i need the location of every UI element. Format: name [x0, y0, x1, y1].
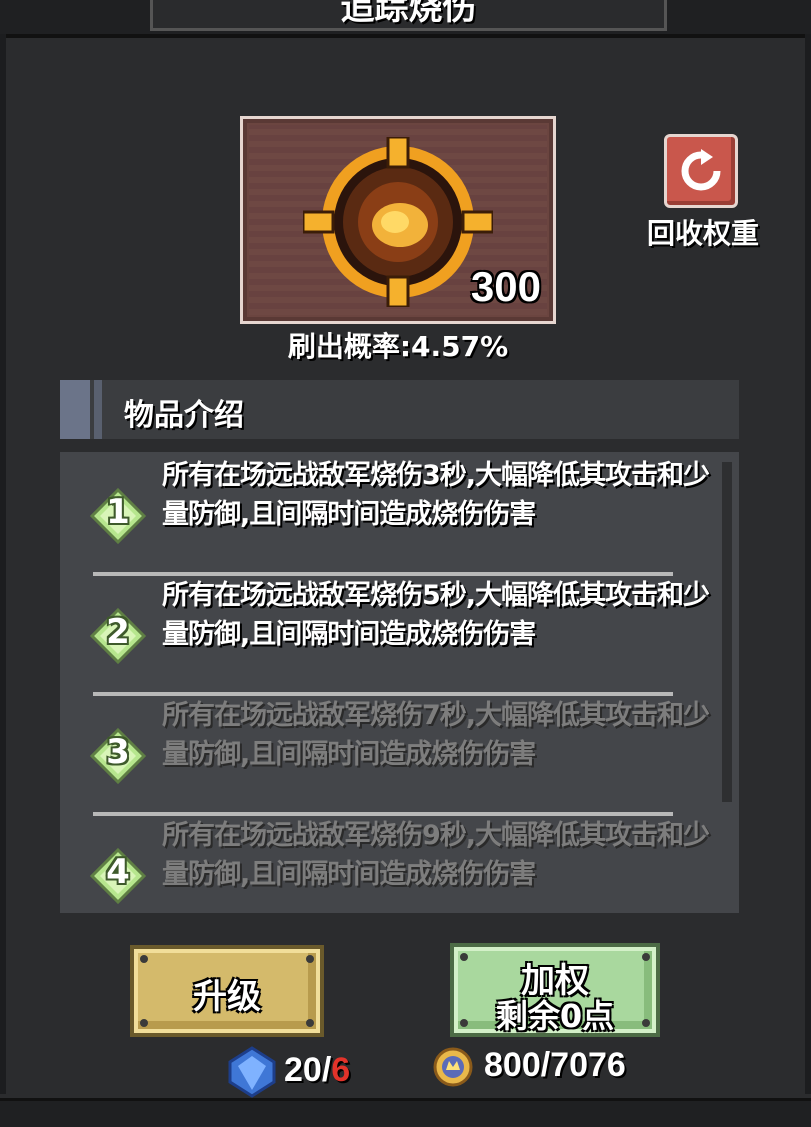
rivet	[306, 955, 314, 963]
drop-rate: 刷出概率:4.57%	[287, 330, 509, 363]
list-item: 1 所有在场远战敌军烧伤3秒,大幅降低其攻击和少量防御,且间隔时间造成烧伤伤害	[60, 456, 739, 576]
item-intro-header: 物品介绍	[60, 380, 739, 439]
header-accent-stripe	[94, 380, 102, 439]
right-border	[805, 34, 811, 1094]
left-border	[0, 34, 6, 1094]
weight-button[interactable]: 加权 剩余0点	[450, 943, 660, 1037]
gem-resource: 20/6	[226, 1046, 351, 1098]
recycle-weight-button[interactable]	[664, 134, 738, 208]
level-number: 3	[106, 732, 130, 772]
level-number: 1	[106, 492, 130, 532]
page-title: 追踪烧伤	[340, 0, 477, 28]
header-accent	[60, 380, 90, 439]
level-number: 2	[106, 612, 130, 652]
level-list[interactable]: 1 所有在场远战敌军烧伤3秒,大幅降低其攻击和少量防御,且间隔时间造成烧伤伤害 …	[60, 452, 739, 913]
list-scrollbar[interactable]	[722, 462, 732, 802]
list-item: 2 所有在场远战敌军烧伤5秒,大幅降低其攻击和少量防御,且间隔时间造成烧伤伤害	[60, 576, 739, 696]
gem-icon	[228, 1046, 276, 1098]
item-count: 300	[470, 263, 541, 310]
level-description: 所有在场远战敌军烧伤5秒,大幅降低其攻击和少量防御,且间隔时间造成烧伤伤害	[162, 580, 710, 650]
weight-remaining: 剩余0点	[495, 997, 615, 1035]
list-item: 3 所有在场远战敌军烧伤7秒,大幅降低其攻击和少量防御,且间隔时间造成烧伤伤害	[60, 696, 739, 816]
level-number: 4	[106, 852, 130, 892]
target-fire-icon	[303, 137, 493, 307]
coin-resource: 800/7076	[432, 1046, 626, 1094]
level-description: 所有在场远战敌军烧伤3秒,大幅降低其攻击和少量防御,且间隔时间造成烧伤伤害	[162, 460, 710, 530]
coin-amount: 800/7076	[484, 1046, 626, 1084]
rivet	[306, 1019, 314, 1027]
upgrade-label: 升级	[193, 977, 261, 1017]
top-bar: 追踪烧伤	[0, 0, 811, 38]
recycle-weight-label: 回收权重	[646, 217, 759, 250]
level-description: 所有在场远战敌军烧伤9秒,大幅降低其攻击和少量防御,且间隔时间造成烧伤伤害	[162, 820, 710, 890]
bottom-bar	[0, 1098, 811, 1127]
rivet	[140, 955, 148, 963]
upgrade-button[interactable]: 升级	[130, 945, 324, 1037]
rivet	[140, 1019, 148, 1027]
coin-icon	[433, 1047, 473, 1087]
title-tab: 追踪烧伤	[150, 0, 667, 31]
list-item: 4 所有在场远战敌军烧伤9秒,大幅降低其攻击和少量防御,且间隔时间造成烧伤伤害	[60, 816, 739, 913]
level-description: 所有在场远战敌军烧伤7秒,大幅降低其攻击和少量防御,且间隔时间造成烧伤伤害	[162, 700, 710, 770]
gem-current: 20/	[284, 1050, 332, 1089]
section-title: 物品介绍	[124, 398, 244, 433]
item-frame[interactable]: 300	[240, 116, 556, 324]
refresh-icon	[681, 149, 721, 191]
gem-required: 6	[331, 1050, 351, 1089]
